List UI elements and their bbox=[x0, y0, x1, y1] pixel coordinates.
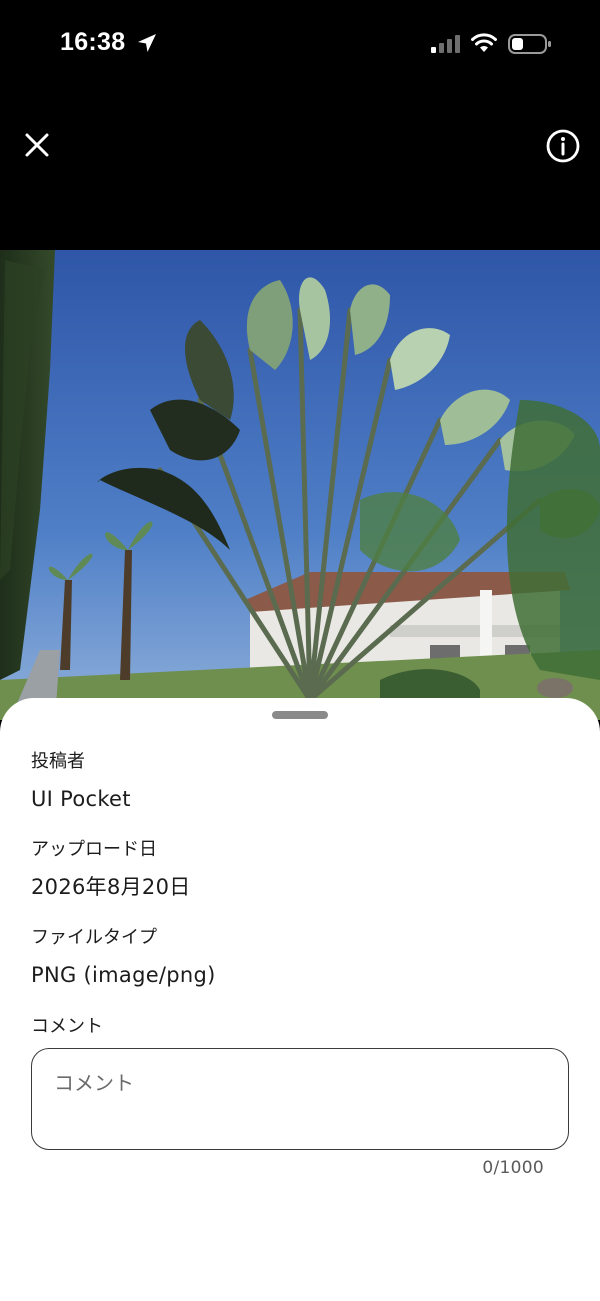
upload-date-label: アップロード日 bbox=[31, 839, 157, 860]
comment-box bbox=[31, 1048, 569, 1150]
comment-input[interactable] bbox=[54, 1067, 544, 1137]
upload-date-field: アップロード日 2026年8月20日 bbox=[31, 839, 191, 900]
upload-date-value: 2026年8月20日 bbox=[31, 875, 191, 899]
file-type-label: ファイルタイプ bbox=[31, 927, 157, 948]
details-sheet: 投稿者 UI Pocket アップロード日 2026年8月20日 ファイルタイプ… bbox=[0, 698, 600, 1301]
info-icon[interactable] bbox=[545, 128, 581, 164]
location-arrow-icon bbox=[138, 34, 156, 52]
comment-char-counter: 0/1000 bbox=[482, 1158, 544, 1178]
poster-label: 投稿者 bbox=[31, 751, 85, 772]
file-type-value: PNG (image/png) bbox=[31, 963, 216, 987]
poster-field: 投稿者 UI Pocket bbox=[31, 751, 131, 812]
cellular-signal-icon bbox=[431, 35, 460, 53]
file-type-field: ファイルタイプ PNG (image/png) bbox=[31, 927, 216, 988]
close-icon[interactable] bbox=[20, 128, 54, 162]
wifi-icon bbox=[471, 33, 497, 52]
status-time: 16:38 bbox=[60, 28, 126, 56]
palm-photo bbox=[0, 250, 600, 720]
battery-icon bbox=[508, 34, 551, 54]
comment-label: コメント bbox=[31, 1016, 103, 1037]
status-bar: 16:38 bbox=[0, 0, 600, 92]
sheet-grabber[interactable] bbox=[272, 711, 328, 719]
poster-value: UI Pocket bbox=[31, 787, 131, 811]
